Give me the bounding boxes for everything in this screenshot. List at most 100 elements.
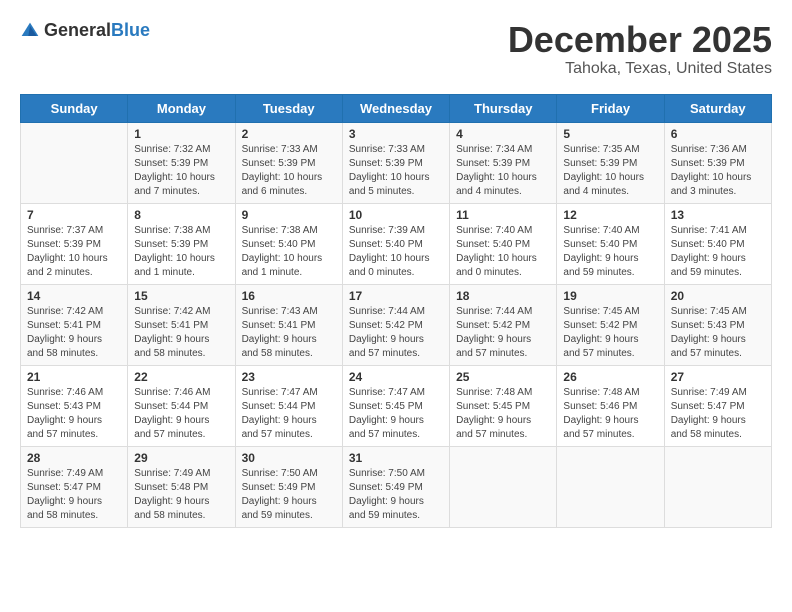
- calendar-cell: 6 Sunrise: 7:36 AMSunset: 5:39 PMDaylight…: [664, 122, 771, 203]
- logo-icon: [20, 21, 40, 41]
- calendar-week-row: 1Sunrise: 7:32 AMSunset: 5:39 PMDaylight…: [21, 122, 772, 203]
- day-header-wednesday: Wednesday: [342, 94, 449, 122]
- cell-info: Sunrise: 7:48 AMSunset: 5:46 PMDaylight:…: [563, 386, 657, 442]
- cell-info: Sunrise: 7:43 AMSunset: 5:41 PMDaylight:…: [242, 305, 336, 361]
- calendar-cell: 14 Sunrise: 7:42 AMSunset: 5:41 PMDayligh…: [21, 284, 128, 365]
- calendar-cell: 21Sunrise: 7:46 AMSunset: 5:43 PMDayligh…: [21, 365, 128, 446]
- cell-info: Sunrise: 7:38 AMSunset: 5:39 PMDaylight:…: [134, 224, 228, 280]
- day-number: 30: [242, 451, 336, 465]
- calendar-cell: 5 Sunrise: 7:35 AMSunset: 5:39 PMDaylight…: [557, 122, 664, 203]
- cell-info: Sunrise: 7:47 AMSunset: 5:45 PMDaylight:…: [349, 386, 443, 442]
- calendar-cell: 10Sunrise: 7:39 AMSunset: 5:40 PMDayligh…: [342, 203, 449, 284]
- calendar-week-row: 14 Sunrise: 7:42 AMSunset: 5:41 PMDayligh…: [21, 284, 772, 365]
- calendar-table: SundayMondayTuesdayWednesdayThursdayFrid…: [20, 94, 772, 528]
- calendar-cell: 20 Sunrise: 7:45 AMSunset: 5:43 PMDayligh…: [664, 284, 771, 365]
- day-number: 8: [134, 208, 228, 222]
- calendar-cell: 18 Sunrise: 7:44 AMSunset: 5:42 PMDayligh…: [450, 284, 557, 365]
- location-title: Tahoka, Texas, United States: [508, 60, 772, 78]
- cell-info: Sunrise: 7:37 AMSunset: 5:39 PMDaylight:…: [27, 224, 121, 280]
- cell-info: Sunrise: 7:49 AMSunset: 5:47 PMDaylight:…: [671, 386, 765, 442]
- calendar-cell: 9 Sunrise: 7:38 AMSunset: 5:40 PMDaylight…: [235, 203, 342, 284]
- cell-info: Sunrise: 7:36 AMSunset: 5:39 PMDaylight:…: [671, 143, 765, 199]
- day-number: 10: [349, 208, 443, 222]
- day-number: 22: [134, 370, 228, 384]
- day-number: 20: [671, 289, 765, 303]
- day-header-sunday: Sunday: [21, 94, 128, 122]
- day-number: 11: [456, 208, 550, 222]
- calendar-cell: [21, 122, 128, 203]
- day-header-saturday: Saturday: [664, 94, 771, 122]
- calendar-cell: 8 Sunrise: 7:38 AMSunset: 5:39 PMDaylight…: [128, 203, 235, 284]
- day-number: 5: [563, 127, 657, 141]
- cell-info: Sunrise: 7:35 AMSunset: 5:39 PMDaylight:…: [563, 143, 657, 199]
- calendar-cell: 7 Sunrise: 7:37 AMSunset: 5:39 PMDaylight…: [21, 203, 128, 284]
- cell-info: Sunrise: 7:32 AMSunset: 5:39 PMDaylight:…: [134, 143, 228, 199]
- calendar-cell: 30 Sunrise: 7:50 AMSunset: 5:49 PMDayligh…: [235, 446, 342, 527]
- calendar-cell: 25 Sunrise: 7:48 AMSunset: 5:45 PMDayligh…: [450, 365, 557, 446]
- day-number: 28: [27, 451, 121, 465]
- calendar-cell: 12 Sunrise: 7:40 AMSunset: 5:40 PMDayligh…: [557, 203, 664, 284]
- cell-info: Sunrise: 7:33 AMSunset: 5:39 PMDaylight:…: [242, 143, 336, 199]
- day-number: 9: [242, 208, 336, 222]
- calendar-week-row: 7 Sunrise: 7:37 AMSunset: 5:39 PMDaylight…: [21, 203, 772, 284]
- title-area: December 2025 Tahoka, Texas, United Stat…: [508, 20, 772, 78]
- calendar-cell: 11 Sunrise: 7:40 AMSunset: 5:40 PMDayligh…: [450, 203, 557, 284]
- day-header-thursday: Thursday: [450, 94, 557, 122]
- calendar-cell: 29Sunrise: 7:49 AMSunset: 5:48 PMDayligh…: [128, 446, 235, 527]
- calendar-cell: 31Sunrise: 7:50 AMSunset: 5:49 PMDayligh…: [342, 446, 449, 527]
- calendar-cell: 4 Sunrise: 7:34 AMSunset: 5:39 PMDaylight…: [450, 122, 557, 203]
- logo-text-general: General: [44, 20, 111, 40]
- calendar-cell: 1Sunrise: 7:32 AMSunset: 5:39 PMDaylight…: [128, 122, 235, 203]
- cell-info: Sunrise: 7:49 AMSunset: 5:48 PMDaylight:…: [134, 467, 228, 523]
- calendar-cell: 3 Sunrise: 7:33 AMSunset: 5:39 PMDaylight…: [342, 122, 449, 203]
- day-number: 23: [242, 370, 336, 384]
- day-number: 6: [671, 127, 765, 141]
- cell-info: Sunrise: 7:49 AMSunset: 5:47 PMDaylight:…: [27, 467, 121, 523]
- day-number: 16: [242, 289, 336, 303]
- cell-info: Sunrise: 7:50 AMSunset: 5:49 PMDaylight:…: [349, 467, 443, 523]
- day-number: 4: [456, 127, 550, 141]
- calendar-cell: [557, 446, 664, 527]
- cell-info: Sunrise: 7:48 AMSunset: 5:45 PMDaylight:…: [456, 386, 550, 442]
- calendar-cell: 26 Sunrise: 7:48 AMSunset: 5:46 PMDayligh…: [557, 365, 664, 446]
- header: GeneralBlue December 2025 Tahoka, Texas,…: [20, 20, 772, 78]
- cell-info: Sunrise: 7:34 AMSunset: 5:39 PMDaylight:…: [456, 143, 550, 199]
- calendar-cell: 28 Sunrise: 7:49 AMSunset: 5:47 PMDayligh…: [21, 446, 128, 527]
- cell-info: Sunrise: 7:45 AMSunset: 5:43 PMDaylight:…: [671, 305, 765, 361]
- cell-info: Sunrise: 7:50 AMSunset: 5:49 PMDaylight:…: [242, 467, 336, 523]
- cell-info: Sunrise: 7:38 AMSunset: 5:40 PMDaylight:…: [242, 224, 336, 280]
- day-number: 27: [671, 370, 765, 384]
- calendar-week-row: 21Sunrise: 7:46 AMSunset: 5:43 PMDayligh…: [21, 365, 772, 446]
- day-header-tuesday: Tuesday: [235, 94, 342, 122]
- day-number: 2: [242, 127, 336, 141]
- month-title: December 2025: [508, 20, 772, 60]
- calendar-cell: 2 Sunrise: 7:33 AMSunset: 5:39 PMDaylight…: [235, 122, 342, 203]
- cell-info: Sunrise: 7:46 AMSunset: 5:44 PMDaylight:…: [134, 386, 228, 442]
- cell-info: Sunrise: 7:40 AMSunset: 5:40 PMDaylight:…: [456, 224, 550, 280]
- calendar-cell: 23Sunrise: 7:47 AMSunset: 5:44 PMDayligh…: [235, 365, 342, 446]
- calendar-week-row: 28 Sunrise: 7:49 AMSunset: 5:47 PMDayligh…: [21, 446, 772, 527]
- cell-info: Sunrise: 7:42 AMSunset: 5:41 PMDaylight:…: [27, 305, 121, 361]
- cell-info: Sunrise: 7:44 AMSunset: 5:42 PMDaylight:…: [456, 305, 550, 361]
- day-number: 24: [349, 370, 443, 384]
- calendar-cell: 13Sunrise: 7:41 AMSunset: 5:40 PMDayligh…: [664, 203, 771, 284]
- day-number: 14: [27, 289, 121, 303]
- day-number: 7: [27, 208, 121, 222]
- cell-info: Sunrise: 7:41 AMSunset: 5:40 PMDaylight:…: [671, 224, 765, 280]
- day-number: 18: [456, 289, 550, 303]
- day-number: 3: [349, 127, 443, 141]
- cell-info: Sunrise: 7:42 AMSunset: 5:41 PMDaylight:…: [134, 305, 228, 361]
- calendar-cell: 15Sunrise: 7:42 AMSunset: 5:41 PMDayligh…: [128, 284, 235, 365]
- logo-text-blue: Blue: [111, 20, 150, 40]
- cell-info: Sunrise: 7:40 AMSunset: 5:40 PMDaylight:…: [563, 224, 657, 280]
- day-number: 19: [563, 289, 657, 303]
- day-number: 26: [563, 370, 657, 384]
- calendar-cell: 22 Sunrise: 7:46 AMSunset: 5:44 PMDayligh…: [128, 365, 235, 446]
- day-number: 25: [456, 370, 550, 384]
- cell-info: Sunrise: 7:46 AMSunset: 5:43 PMDaylight:…: [27, 386, 121, 442]
- calendar-cell: 27 Sunrise: 7:49 AMSunset: 5:47 PMDayligh…: [664, 365, 771, 446]
- calendar-cell: 24 Sunrise: 7:47 AMSunset: 5:45 PMDayligh…: [342, 365, 449, 446]
- cell-info: Sunrise: 7:33 AMSunset: 5:39 PMDaylight:…: [349, 143, 443, 199]
- day-number: 17: [349, 289, 443, 303]
- day-number: 12: [563, 208, 657, 222]
